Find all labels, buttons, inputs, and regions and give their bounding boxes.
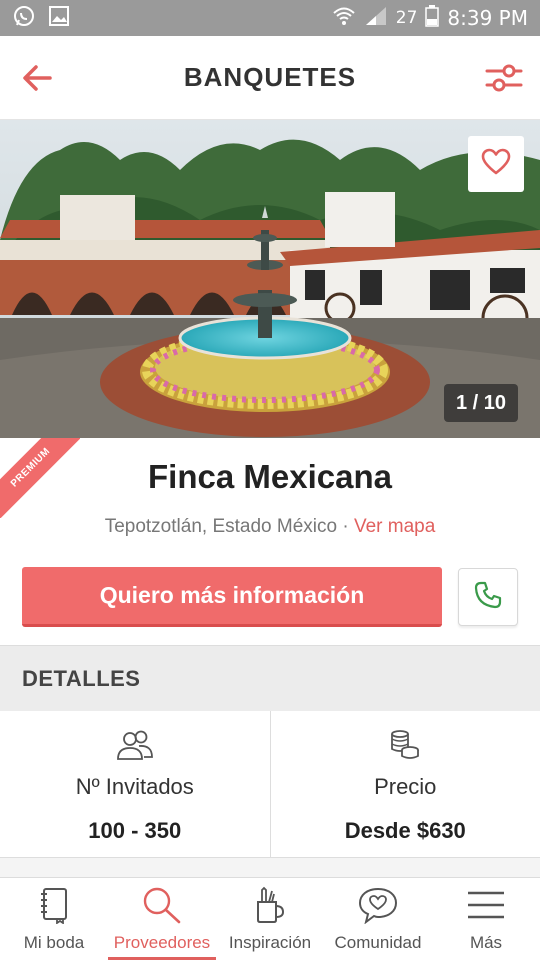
price-label: Precio bbox=[374, 774, 437, 799]
call-button[interactable] bbox=[458, 568, 518, 626]
status-bar: 27 8:39 PM bbox=[0, 0, 540, 36]
nav-item-mas[interactable]: Más bbox=[432, 878, 540, 960]
clock: 8:39 PM bbox=[447, 6, 528, 30]
page-title: BANQUETES bbox=[183, 62, 357, 92]
nav-item-proveedores[interactable]: Proveedores bbox=[108, 878, 216, 960]
venue-photo-gallery[interactable]: 1 / 10 bbox=[0, 120, 540, 438]
nav-label-mas: Más bbox=[469, 933, 503, 952]
venue-name: Finca Mexicana bbox=[148, 458, 392, 495]
battery-percent: 27 bbox=[395, 8, 418, 28]
menu-icon bbox=[466, 886, 506, 929]
guests-label: Nº Invitados bbox=[75, 774, 194, 799]
chat-heart-icon bbox=[358, 886, 398, 929]
signal-icon bbox=[364, 6, 388, 31]
battery-icon bbox=[425, 4, 440, 32]
notebook-icon bbox=[37, 886, 71, 929]
details-divider bbox=[0, 857, 540, 877]
bottom-navigation: Mi boda Proveedores Inspiración Comunida… bbox=[0, 877, 540, 960]
sliders-icon[interactable] bbox=[484, 60, 524, 96]
location-separator: · bbox=[337, 516, 354, 537]
nav-item-comunidad[interactable]: Comunidad bbox=[324, 878, 432, 960]
photo-counter: 1 / 10 bbox=[444, 384, 518, 422]
nav-label-comunidad: Comunidad bbox=[334, 933, 422, 952]
nav-label-inspiracion: Inspiración bbox=[228, 933, 312, 952]
guests-detail: Nº Invitados 100 - 350 bbox=[0, 711, 270, 857]
whatsapp-icon bbox=[12, 4, 36, 33]
location-text: Tepotzotlán, Estado México bbox=[104, 516, 338, 537]
app-header: BANQUETES bbox=[0, 36, 540, 120]
price-detail: Precio Desde $630 bbox=[269, 711, 540, 857]
nav-label-mi-boda: Mi boda bbox=[23, 933, 85, 952]
nav-item-mi-boda[interactable]: Mi boda bbox=[0, 878, 108, 960]
guests-value: 100 - 350 bbox=[88, 818, 182, 843]
details-section-title: DETALLES bbox=[0, 645, 540, 711]
arrow-left-icon[interactable] bbox=[20, 60, 56, 96]
heart-outline-icon bbox=[481, 148, 511, 181]
search-icon bbox=[142, 886, 182, 929]
gallery-icon bbox=[48, 5, 70, 32]
map-link[interactable]: Ver mapa bbox=[354, 516, 435, 537]
request-info-button[interactable]: Quiero más información bbox=[22, 567, 442, 627]
pencil-cup-icon bbox=[253, 886, 287, 929]
people-icon bbox=[115, 729, 155, 766]
favorite-button[interactable] bbox=[468, 136, 524, 192]
phone-icon bbox=[473, 580, 503, 615]
venue-location: Tepotzotlán, Estado México · Ver mapa bbox=[0, 516, 540, 538]
coins-icon bbox=[388, 729, 422, 766]
wifi-icon bbox=[332, 6, 356, 31]
nav-label-proveedores: Proveedores bbox=[113, 933, 211, 952]
nav-item-inspiracion[interactable]: Inspiración bbox=[216, 878, 324, 960]
details-grid: Nº Invitados 100 - 350 Precio Desde $630 bbox=[0, 711, 540, 857]
price-value: Desde $630 bbox=[344, 818, 466, 843]
